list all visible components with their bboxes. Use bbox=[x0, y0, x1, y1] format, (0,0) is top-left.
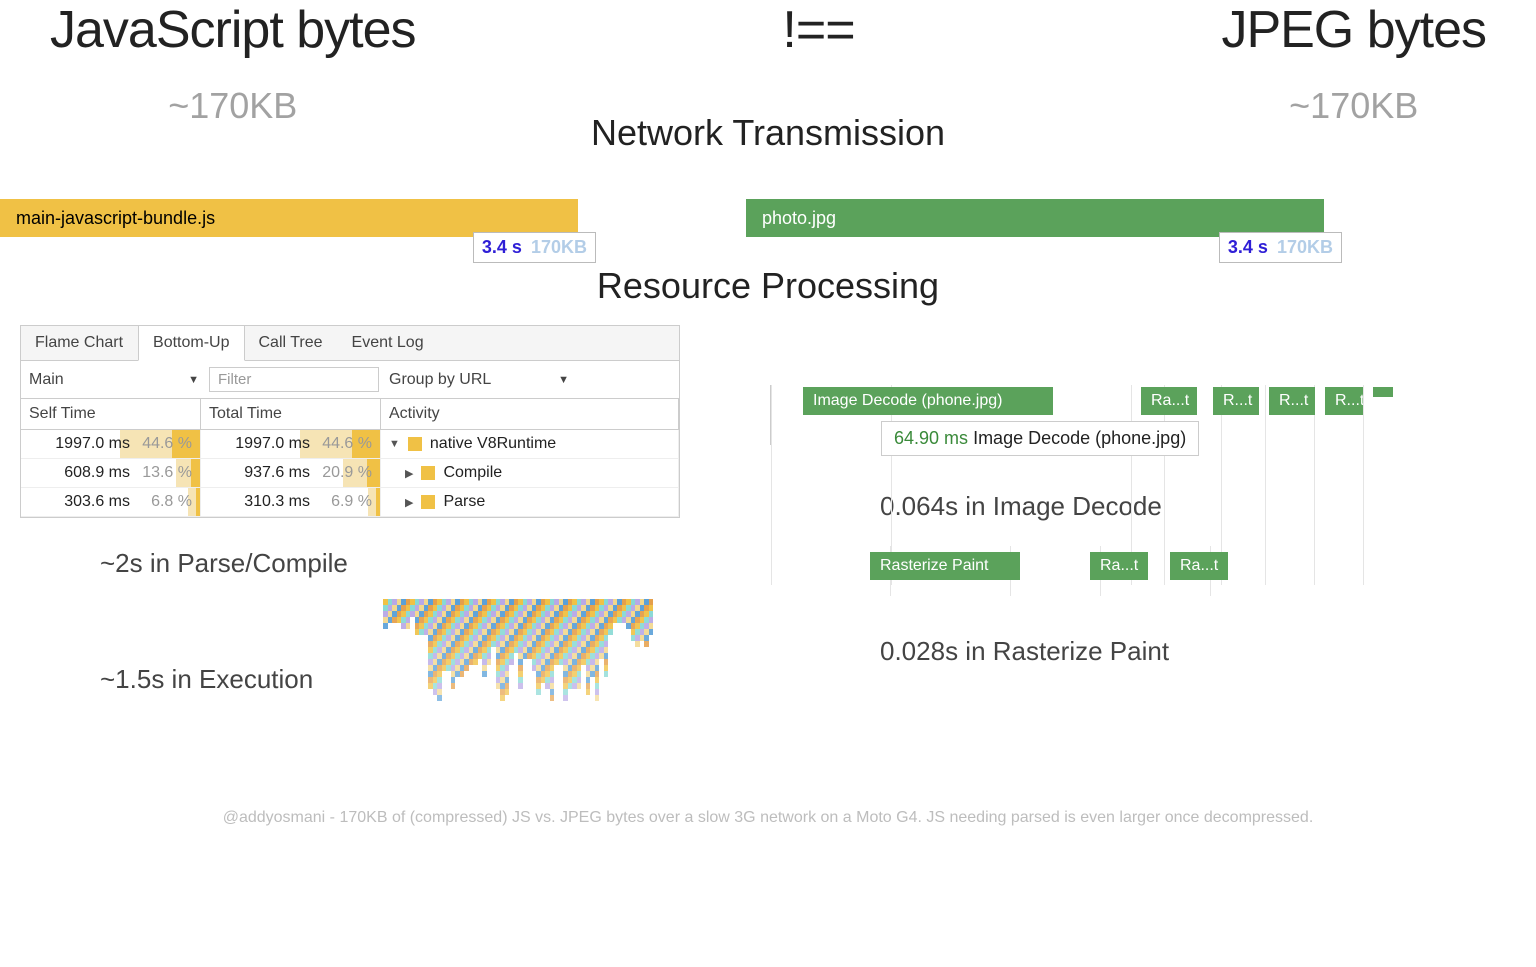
self-time-cell: 1997.0 ms44.6 % bbox=[21, 430, 201, 458]
flame-chart-illustration bbox=[383, 599, 653, 759]
group-select-label: Group by URL bbox=[389, 371, 491, 389]
table-row[interactable]: 303.6 ms6.8 %310.3 ms6.9 % ▶ Parse bbox=[21, 488, 679, 517]
jpeg-bar-time: 3.4 s bbox=[1228, 237, 1268, 257]
title-right-sub: ~170KB bbox=[1221, 85, 1486, 127]
track-select[interactable]: Main ▼ bbox=[29, 371, 199, 389]
summary-rasterize: 0.028s in Rasterize Paint bbox=[880, 636, 1516, 667]
chevron-down-icon: ▼ bbox=[188, 374, 199, 386]
footnote: @addyosmani - 170KB of (compressed) JS v… bbox=[0, 809, 1536, 847]
triangle-icon[interactable]: ▶ bbox=[405, 496, 413, 509]
tab-flame-chart[interactable]: Flame Chart bbox=[21, 326, 138, 360]
track-select-label: Main bbox=[29, 371, 64, 389]
decode-block-short-1: Ra...t bbox=[1141, 387, 1197, 415]
activity-cell: ▶ Compile bbox=[381, 459, 679, 487]
filter-input[interactable]: Filter bbox=[209, 367, 379, 392]
decode-tooltip-label: Image Decode (phone.jpg) bbox=[973, 428, 1186, 448]
devtools-tabs: Flame Chart Bottom-Up Call Tree Event Lo… bbox=[21, 326, 679, 361]
activity-color-swatch bbox=[421, 466, 435, 480]
activity-color-swatch bbox=[421, 495, 435, 509]
jpeg-bar-size: 170KB bbox=[1277, 237, 1333, 257]
flame-execution-row: ~1.5s in Execution bbox=[20, 599, 680, 759]
jpeg-bar-container: photo.jpg 3.4 s 170KB bbox=[578, 199, 1324, 237]
decode-timeline: Image Decode (phone.jpg) Ra...t R...t R.… bbox=[770, 385, 1516, 445]
decode-tooltip-ms: 64.90 ms bbox=[894, 428, 968, 448]
col-activity: Activity bbox=[381, 399, 679, 429]
heading-processing: Resource Processing bbox=[0, 265, 1536, 307]
raster-block-main: Rasterize Paint bbox=[870, 552, 1020, 580]
activity-cell: ▶ Parse bbox=[381, 488, 679, 516]
title-col-left: JavaScript bytes ~170KB bbox=[50, 0, 416, 127]
decode-tooltip: 64.90 ms Image Decode (phone.jpg) bbox=[881, 421, 1199, 456]
jpeg-bar-badge: 3.4 s 170KB bbox=[1219, 232, 1342, 263]
total-time-cell: 937.6 ms20.9 % bbox=[201, 459, 381, 487]
raster-timeline: Rasterize Paint Ra...t Ra...t bbox=[770, 552, 1516, 590]
total-time-cell: 310.3 ms6.9 % bbox=[201, 488, 381, 516]
title-row: JavaScript bytes ~170KB !== JPEG bytes ~… bbox=[0, 0, 1536, 127]
devtools-filters: Main ▼ Filter Group by URL ▼ bbox=[21, 361, 679, 399]
title-center: !== bbox=[782, 0, 854, 60]
title-col-right: JPEG bytes ~170KB bbox=[1221, 0, 1486, 127]
decode-block-short-4: R...t bbox=[1325, 387, 1363, 415]
activity-label: native V8Runtime bbox=[430, 435, 556, 453]
col-self-time: Self Time bbox=[21, 399, 201, 429]
title-right: JPEG bytes bbox=[1221, 0, 1486, 60]
triangle-icon[interactable]: ▼ bbox=[389, 438, 400, 450]
tab-call-tree[interactable]: Call Tree bbox=[245, 326, 338, 360]
group-select[interactable]: Group by URL ▼ bbox=[389, 371, 569, 389]
activity-color-swatch bbox=[408, 437, 422, 451]
table-row[interactable]: 1997.0 ms44.6 %1997.0 ms44.6 % ▼ native V8… bbox=[21, 430, 679, 459]
decode-block-short-3: R...t bbox=[1269, 387, 1315, 415]
devtools-columns: Self Time Total Time Activity bbox=[21, 399, 679, 430]
title-left-sub: ~170KB bbox=[50, 85, 416, 127]
js-bar-container: main-javascript-bundle.js 3.4 s 170KB bbox=[0, 199, 578, 237]
decode-block-short-2: R...t bbox=[1213, 387, 1259, 415]
js-bar-time: 3.4 s bbox=[482, 237, 522, 257]
activity-cell: ▼ native V8Runtime bbox=[381, 430, 679, 458]
table-row[interactable]: 608.9 ms13.6 %937.6 ms20.9 % ▶ Compile bbox=[21, 459, 679, 488]
total-time-cell: 1997.0 ms44.6 % bbox=[201, 430, 381, 458]
raster-block-short-1: Ra...t bbox=[1090, 552, 1148, 580]
self-time-cell: 303.6 ms6.8 % bbox=[21, 488, 201, 516]
activity-label: Compile bbox=[443, 464, 502, 482]
devtools-rows: 1997.0 ms44.6 %1997.0 ms44.6 % ▼ native V8… bbox=[21, 430, 679, 517]
summary-parse-compile: ~2s in Parse/Compile bbox=[100, 548, 680, 579]
decode-block-main: Image Decode (phone.jpg) bbox=[803, 387, 1053, 415]
devtools-panel: Flame Chart Bottom-Up Call Tree Event Lo… bbox=[20, 325, 680, 518]
activity-label: Parse bbox=[443, 493, 485, 511]
decode-block-short-5 bbox=[1373, 387, 1393, 397]
summary-execution: ~1.5s in Execution bbox=[100, 664, 313, 695]
summary-image-decode: 0.064s in Image Decode bbox=[880, 491, 1516, 522]
triangle-icon[interactable]: ▶ bbox=[405, 467, 413, 480]
tab-event-log[interactable]: Event Log bbox=[338, 326, 439, 360]
chevron-down-icon: ▼ bbox=[558, 374, 569, 386]
col-total-time: Total Time bbox=[201, 399, 381, 429]
network-bars: main-javascript-bundle.js 3.4 s 170KB ph… bbox=[0, 199, 1536, 237]
raster-block-short-2: Ra...t bbox=[1170, 552, 1228, 580]
title-left: JavaScript bytes bbox=[50, 0, 416, 60]
js-bar-size: 170KB bbox=[531, 237, 587, 257]
self-time-cell: 608.9 ms13.6 % bbox=[21, 459, 201, 487]
tab-bottom-up[interactable]: Bottom-Up bbox=[138, 326, 244, 361]
